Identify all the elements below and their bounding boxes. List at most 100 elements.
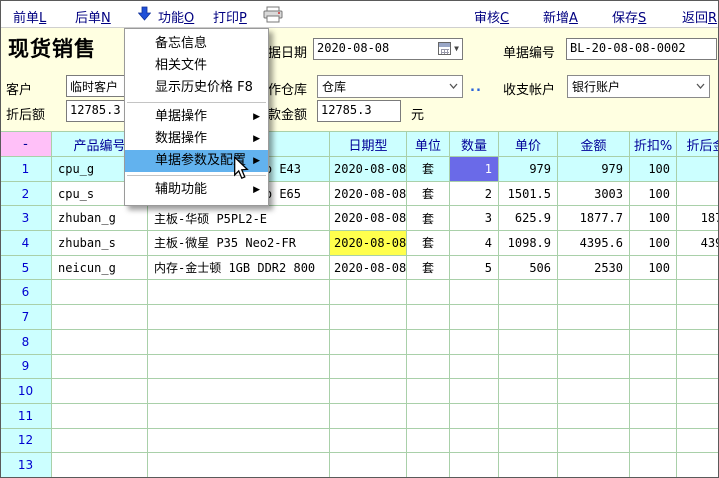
cell-discount[interactable] (630, 305, 677, 330)
cell-after[interactable] (677, 305, 719, 330)
cell-name[interactable] (148, 404, 330, 429)
cell-amount[interactable] (558, 330, 630, 355)
cell-name[interactable] (148, 379, 330, 404)
menubar-item-L[interactable]: 前单L (13, 7, 46, 26)
cell-after[interactable] (677, 429, 719, 454)
column-header-discount[interactable]: 折扣% (630, 132, 677, 157)
cell-discount[interactable] (630, 280, 677, 305)
cell-date[interactable]: 2020-08-08 (330, 256, 407, 281)
cell-amount[interactable] (558, 305, 630, 330)
cell-unit[interactable] (407, 429, 450, 454)
cell-date[interactable] (330, 355, 407, 380)
cell-name[interactable] (148, 305, 330, 330)
column-header-no[interactable]: - (0, 132, 52, 157)
doc-date-input[interactable]: 2020-08-08 ▼ (313, 38, 463, 60)
column-header-date[interactable]: 日期型 (330, 132, 407, 157)
cell-no[interactable]: 7 (0, 305, 52, 330)
menubar-item-S[interactable]: 保存S (612, 7, 646, 26)
cell-price[interactable] (499, 429, 558, 454)
date-dropdown-icon[interactable]: ▼ (454, 44, 459, 53)
cell-price[interactable] (499, 355, 558, 380)
cell-after[interactable] (677, 256, 719, 281)
cell-name[interactable] (148, 355, 330, 380)
cell-price[interactable]: 1098.9 (499, 231, 558, 256)
cell-price[interactable] (499, 404, 558, 429)
cell-name[interactable]: 内存-金士顿 1GB DDR2 800 (148, 256, 330, 281)
cell-qty[interactable]: 5 (450, 256, 499, 281)
cell-after[interactable] (677, 453, 719, 478)
warehouse-combo[interactable]: 仓库 (317, 75, 463, 98)
cell-unit[interactable]: 套 (407, 231, 450, 256)
cell-unit[interactable]: 套 (407, 157, 450, 182)
cell-price[interactable] (499, 330, 558, 355)
cell-name[interactable] (148, 453, 330, 478)
cell-qty[interactable]: 2 (450, 182, 499, 207)
cell-no[interactable]: 4 (0, 231, 52, 256)
cell-date[interactable] (330, 404, 407, 429)
menu-item[interactable]: 备忘信息 (125, 33, 268, 55)
cell-name[interactable] (148, 429, 330, 454)
cell-name[interactable]: 主板-华硕 P5PL2-E (148, 206, 330, 231)
cell-price[interactable] (499, 280, 558, 305)
column-header-price[interactable]: 单价 (499, 132, 558, 157)
cell-unit[interactable] (407, 453, 450, 478)
blue-down-arrow-icon[interactable] (138, 6, 151, 25)
cell-qty[interactable] (450, 379, 499, 404)
table-row[interactable]: 6 (0, 280, 719, 305)
cell-amount[interactable] (558, 404, 630, 429)
table-row[interactable]: 8 (0, 330, 719, 355)
table-row[interactable]: 5neicun_g内存-金士顿 1GB DDR2 8002020-08-08套5… (0, 256, 719, 281)
menu-item[interactable]: 相关文件 (125, 55, 268, 77)
cell-date[interactable]: 2020-08-08 (330, 206, 407, 231)
cell-code[interactable] (52, 379, 148, 404)
menu-item[interactable]: 单据操作▶ (125, 106, 268, 128)
menu-item[interactable]: 辅助功能▶ (125, 179, 268, 201)
cell-discount[interactable] (630, 429, 677, 454)
cell-after[interactable] (677, 404, 719, 429)
cell-amount[interactable] (558, 379, 630, 404)
menu-item[interactable]: 数据操作▶ (125, 128, 268, 150)
cell-date[interactable] (330, 305, 407, 330)
menubar-item-O[interactable]: 功能O (158, 7, 194, 26)
menu-item[interactable]: 显示历史价格 F8 (125, 77, 268, 99)
cell-price[interactable] (499, 453, 558, 478)
cell-unit[interactable] (407, 379, 450, 404)
cell-discount[interactable]: 100 (630, 231, 677, 256)
cell-no[interactable]: 11 (0, 404, 52, 429)
column-header-qty[interactable]: 数量 (450, 132, 499, 157)
cell-after[interactable] (677, 330, 719, 355)
cell-qty[interactable] (450, 305, 499, 330)
cell-qty[interactable]: 1 (450, 157, 499, 182)
cell-unit[interactable] (407, 355, 450, 380)
cell-discount[interactable] (630, 379, 677, 404)
cell-code[interactable] (52, 453, 148, 478)
cell-no[interactable]: 2 (0, 182, 52, 207)
cell-date[interactable] (330, 379, 407, 404)
table-row[interactable]: 11 (0, 404, 719, 429)
table-row[interactable]: 2cpu_so E652020-08-08套21501.53003100 (0, 182, 719, 207)
cell-name[interactable] (148, 330, 330, 355)
cell-amount[interactable] (558, 429, 630, 454)
menubar-item-C[interactable]: 审核C (474, 7, 509, 26)
cell-price[interactable]: 1501.5 (499, 182, 558, 207)
cell-amount[interactable]: 2530 (558, 256, 630, 281)
cell-name[interactable] (148, 280, 330, 305)
cell-name[interactable]: 主板-微星 P35 Neo2-FR (148, 231, 330, 256)
table-row[interactable]: 10 (0, 379, 719, 404)
cell-qty[interactable] (450, 330, 499, 355)
calendar-icon[interactable] (438, 42, 451, 55)
customer-input[interactable]: 临时客户 (66, 75, 126, 97)
table-row[interactable]: 12 (0, 429, 719, 454)
cell-qty[interactable] (450, 355, 499, 380)
cell-date[interactable]: 2020-08-08 (330, 231, 407, 256)
cell-amount[interactable] (558, 355, 630, 380)
printer-icon[interactable] (262, 6, 284, 27)
cell-unit[interactable] (407, 404, 450, 429)
cell-discount[interactable]: 100 (630, 157, 677, 182)
cell-code[interactable] (52, 404, 148, 429)
cell-price[interactable] (499, 305, 558, 330)
cell-amount[interactable]: 4395.6 (558, 231, 630, 256)
cell-qty[interactable] (450, 404, 499, 429)
menubar-item-R[interactable]: 返回R (682, 7, 717, 26)
cell-discount[interactable] (630, 453, 677, 478)
